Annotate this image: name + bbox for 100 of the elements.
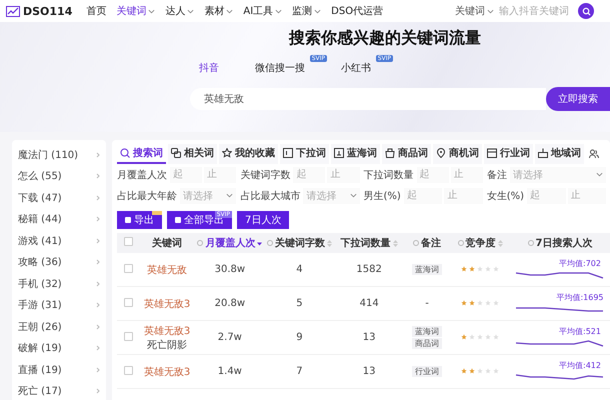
chevron-icon — [96, 152, 100, 158]
star-icon — [493, 368, 499, 374]
nav-link[interactable]: 监测 — [292, 4, 322, 18]
category-tab[interactable]: 行业词 — [484, 144, 533, 164]
sidebar-item[interactable]: 王朝 (26) — [18, 316, 100, 338]
star-icon — [477, 368, 483, 374]
star-icon — [477, 266, 483, 272]
hero-title: 搜索你感兴趣的关键词流量 — [289, 28, 481, 49]
star-icon — [485, 300, 491, 306]
row-checkbox[interactable] — [124, 332, 132, 340]
keyword-link[interactable]: 英雄无敌 — [147, 262, 187, 276]
search-scope-dropdown[interactable]: 关键词 — [455, 4, 494, 18]
row-checkbox[interactable] — [124, 366, 132, 374]
sort-icon[interactable] — [257, 240, 262, 246]
sidebar-item[interactable]: 秘籍 (44) — [18, 208, 100, 230]
star-icon — [477, 334, 483, 340]
category-tab[interactable]: 我的收藏 — [219, 144, 278, 164]
logo-text: DSO114 — [23, 4, 72, 18]
range-input[interactable]: 起 — [404, 188, 442, 204]
category-tab[interactable]: 下拉词 — [280, 144, 329, 164]
search-icon — [582, 6, 590, 16]
range-input[interactable]: 止 — [204, 166, 236, 182]
chart-logo-icon — [6, 6, 20, 16]
chevron-icon — [96, 216, 100, 222]
nav-link[interactable]: 素材 — [204, 4, 234, 18]
table-cell: - — [425, 298, 429, 309]
sidebar-item[interactable]: 魔法门 (110) — [18, 144, 100, 166]
average-label: 平均值:702 — [559, 258, 601, 269]
sidebar-item[interactable]: 怎么 (55) — [18, 166, 100, 187]
keyword-search-field[interactable]: 英雄无敌 — [190, 88, 546, 110]
star-icon — [469, 368, 475, 374]
range-input[interactable]: 起 — [416, 166, 449, 182]
keyword-link[interactable]: 死亡阴影 — [144, 338, 190, 352]
star-icon — [469, 266, 475, 272]
row-checkbox[interactable] — [124, 264, 132, 272]
range-input[interactable]: 起 — [293, 166, 326, 182]
list-icon — [283, 148, 293, 158]
category-tab[interactable]: 相关词 — [168, 144, 217, 164]
star-icon — [461, 368, 467, 374]
category-tab[interactable]: 蓝海词 — [331, 144, 380, 164]
chevron-icon — [96, 280, 100, 287]
table-cell: 414 — [360, 298, 379, 309]
filter-label: 占比最大城市 — [240, 190, 300, 202]
sidebar-item[interactable]: 破解 (19) — [18, 338, 100, 359]
table-cell: 13 — [362, 332, 376, 343]
star-icon — [469, 300, 475, 306]
search-now-button[interactable]: 立即搜索 — [546, 87, 610, 111]
table-cell: 5 — [296, 298, 303, 309]
sidebar-item[interactable]: 攻略 (36) — [18, 252, 100, 273]
chevron-icon — [96, 388, 100, 394]
filter-label: 女生(%) — [486, 190, 524, 202]
star-icon — [469, 334, 475, 340]
star-icon — [222, 148, 232, 158]
nav-link[interactable]: 达人 — [165, 4, 194, 18]
sidebar-item[interactable]: 手机 (32) — [18, 273, 100, 294]
sidebar-item[interactable]: 死亡 (17) — [18, 380, 100, 400]
caret-icon — [596, 172, 603, 177]
people-icon[interactable] — [589, 149, 599, 159]
keyword-link[interactable]: 英雄无敌3 — [144, 296, 190, 310]
category-tab[interactable]: 商品词 — [382, 144, 431, 164]
table-cell: 9 — [296, 332, 303, 343]
range-input[interactable]: 起 — [527, 188, 566, 204]
filter-label: 下拉词数量 — [364, 168, 414, 182]
category-tab[interactable]: 地域词 — [535, 144, 584, 164]
table-cell: 2.7w — [218, 332, 242, 343]
row-checkbox[interactable] — [124, 298, 132, 306]
location-pin-icon — [436, 148, 446, 158]
star-icon — [493, 266, 499, 272]
range-input[interactable]: 止 — [450, 166, 483, 182]
search-button[interactable] — [578, 3, 594, 19]
caret-icon — [487, 8, 494, 14]
category-tab[interactable]: 商机词 — [433, 144, 482, 164]
chevron-icon — [96, 259, 100, 266]
overlap-squares-icon — [171, 148, 181, 158]
caret-icon — [350, 193, 356, 198]
chevron-icon — [96, 345, 100, 352]
range-input[interactable]: 起 — [170, 166, 202, 182]
platform-tab[interactable]: 抖音 — [199, 61, 219, 75]
star-icon — [485, 368, 491, 374]
select-all-checkbox[interactable] — [124, 237, 132, 246]
sidebar-item[interactable]: 直播 (19) — [18, 359, 100, 380]
keyword-link[interactable]: 英雄无敌3 — [144, 324, 190, 338]
range-input[interactable]: 止 — [568, 188, 606, 204]
nav-link[interactable]: 关键词 — [116, 4, 156, 18]
sidebar-item[interactable]: 游戏 (41) — [18, 230, 100, 252]
range-input[interactable]: 止 — [327, 166, 360, 182]
nav-link[interactable]: DSO代运营 — [331, 4, 384, 18]
table-cell: 4 — [296, 264, 303, 275]
nav-link[interactable]: 首页 — [86, 4, 106, 18]
action-button[interactable]: 导出 — [117, 211, 162, 229]
filter-label: 备注 — [486, 168, 507, 182]
nav-link[interactable]: AI工具 — [243, 4, 282, 18]
table-cell: 13 — [362, 366, 376, 377]
sidebar-item[interactable]: 手游 (31) — [18, 294, 100, 316]
range-input[interactable]: 止 — [444, 188, 483, 204]
action-button[interactable]: 7日人次 — [237, 211, 290, 229]
sidebar-item[interactable]: 下载 (47) — [18, 187, 100, 208]
average-label: 平均值:521 — [559, 326, 601, 337]
keyword-link[interactable]: 英雄无敌3 — [144, 364, 190, 378]
search-icon — [120, 148, 130, 158]
